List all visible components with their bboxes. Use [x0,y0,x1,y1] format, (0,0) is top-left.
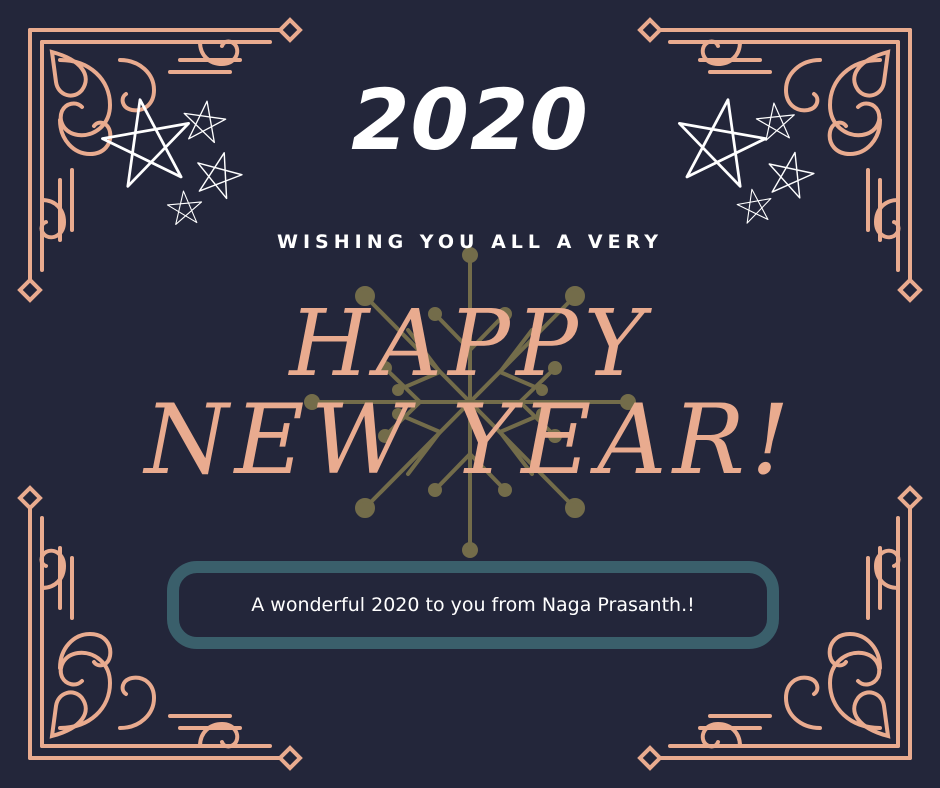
message-box: A wonderful 2020 to you from Naga Prasan… [167,561,779,649]
new-year-heading: NEW YEAR! [144,384,796,496]
happy-heading: HAPPY [289,290,651,397]
message-text: A wonderful 2020 to you from Naga Prasan… [251,594,695,616]
year-heading: 2020 [351,71,589,169]
wishing-subtitle: WISHING YOU ALL A VERY [277,231,663,253]
greeting-card: 2020 WISHING YOU ALL A VERY HAPPY NEW YE… [0,0,940,788]
